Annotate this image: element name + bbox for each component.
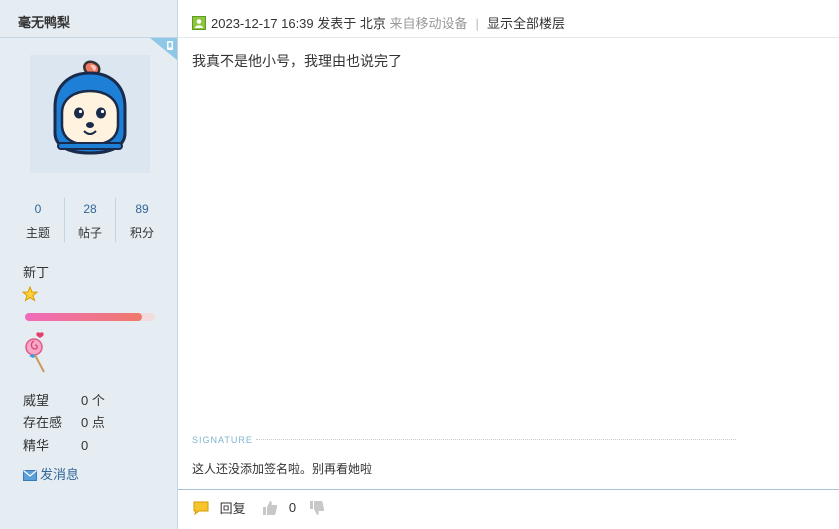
stat-posts[interactable]: 28 帖子 bbox=[65, 202, 115, 241]
post-actions: 回复 0 bbox=[192, 498, 326, 517]
level-progress-fill bbox=[25, 313, 142, 321]
info-reputation: 威望 0 个 bbox=[23, 390, 105, 409]
post-source[interactable]: 来自移动设备 bbox=[390, 16, 468, 31]
thumbs-down-icon[interactable] bbox=[308, 499, 326, 517]
stat-label: 主题 bbox=[25, 226, 50, 240]
info-value: 0 个 bbox=[81, 393, 105, 408]
info-presence: 存在感 0 点 bbox=[23, 412, 105, 431]
info-value: 0 bbox=[81, 438, 89, 453]
post-location: 发表于 北京 bbox=[317, 16, 386, 31]
like-count: 0 bbox=[288, 500, 297, 515]
divider bbox=[115, 198, 116, 242]
avatar-image bbox=[53, 60, 127, 155]
mobile-device-icon bbox=[150, 38, 177, 60]
author-name[interactable]: 毫无鸭梨 bbox=[18, 12, 70, 31]
stat-value: 89 bbox=[135, 202, 149, 216]
stat-points[interactable]: 89 积分 bbox=[117, 202, 167, 241]
info-digest: 精华 0 bbox=[23, 435, 88, 454]
stat-value: 0 bbox=[34, 202, 42, 216]
stat-value: 28 bbox=[83, 202, 97, 216]
info-key: 精华 bbox=[23, 438, 50, 453]
reply-button[interactable]: 回复 bbox=[192, 499, 249, 516]
info-key: 存在感 bbox=[23, 415, 63, 430]
stat-label: 帖子 bbox=[77, 226, 102, 240]
author-sidebar: 毫无鸭梨 0 主题 28 帖子 89 积分 新丁 威望 0 个 存在感 0 点 … bbox=[0, 0, 178, 529]
online-status-icon bbox=[192, 16, 206, 30]
show-all-floors-link[interactable]: 显示全部楼层 bbox=[487, 16, 565, 31]
stat-threads[interactable]: 0 主题 bbox=[13, 202, 63, 241]
separator: | bbox=[475, 16, 479, 31]
send-message-link[interactable]: 发消息 bbox=[23, 464, 79, 483]
avatar[interactable] bbox=[30, 55, 150, 173]
reply-label: 回复 bbox=[219, 501, 246, 516]
lollipop-medal-icon[interactable] bbox=[22, 330, 50, 374]
send-message-label: 发消息 bbox=[40, 467, 80, 482]
level-progress-bar bbox=[25, 313, 155, 321]
envelope-icon bbox=[23, 470, 37, 481]
info-key: 威望 bbox=[23, 393, 50, 408]
signature-label: SIGNATURE bbox=[192, 435, 253, 445]
user-rank[interactable]: 新丁 bbox=[23, 262, 49, 281]
post-meta: 2023-12-17 16:39 发表于 北京 来自移动设备 | 显示全部楼层 bbox=[192, 13, 565, 32]
divider bbox=[178, 37, 839, 38]
thumbs-up-icon[interactable] bbox=[261, 499, 279, 517]
info-value: 0 点 bbox=[81, 415, 105, 430]
post-content: 我真不是他小号，我理由也说完了 bbox=[192, 53, 402, 69]
post-datetime: 2023-12-17 16:39 bbox=[211, 16, 314, 31]
divider bbox=[178, 489, 839, 490]
signature-text: 这人还没添加签名啦。别再看她啦 bbox=[192, 462, 373, 476]
star-icon bbox=[22, 286, 38, 302]
stat-label: 积分 bbox=[129, 226, 154, 240]
reply-icon bbox=[193, 501, 209, 515]
signature-divider bbox=[256, 439, 736, 440]
